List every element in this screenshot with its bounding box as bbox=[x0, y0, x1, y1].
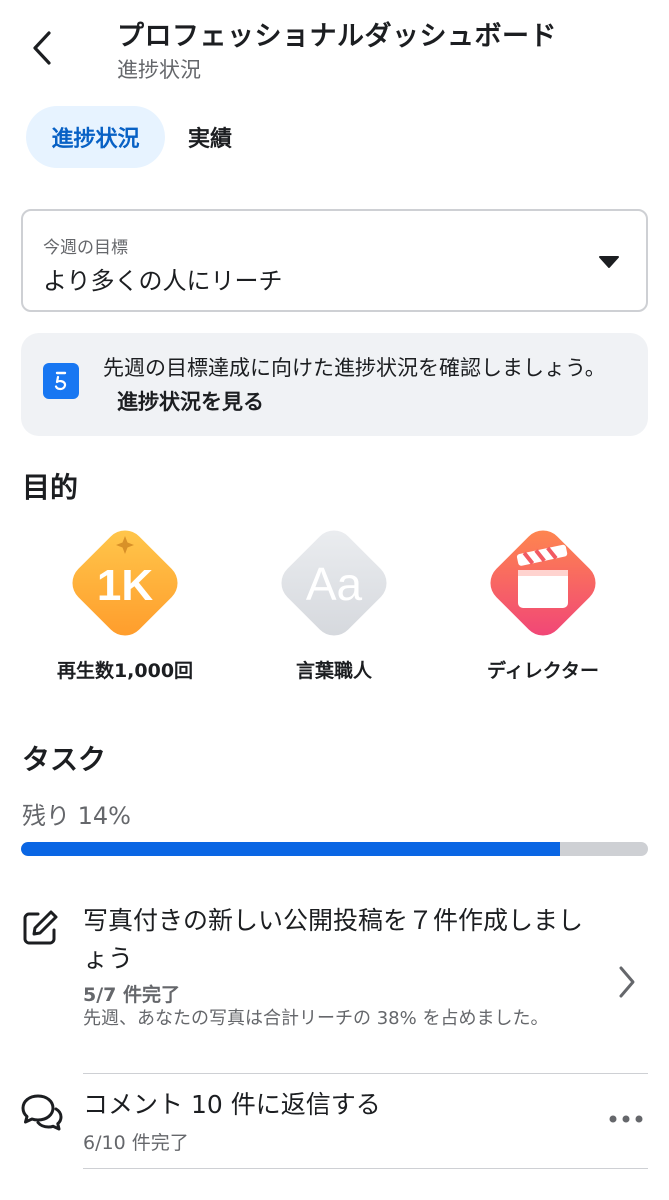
tab-achievements[interactable]: 実績 bbox=[172, 106, 248, 168]
task-item-photo-posts[interactable]: 写真付きの新しい公開投稿を７件作成しましょう 5/7 件完了 先週、あなたの写真… bbox=[0, 900, 669, 1070]
more-icon[interactable] bbox=[608, 1114, 644, 1124]
back-button[interactable] bbox=[22, 26, 62, 70]
badge-wordsmith[interactable]: Aa 言葉職人 bbox=[224, 518, 444, 688]
tasks-title: タスク bbox=[22, 743, 107, 776]
page-title: プロフェッショナルダッシュボード bbox=[117, 21, 557, 52]
info-text: 先週の目標達成に向けた進捗状況を確認しましょう。 bbox=[103, 356, 606, 380]
badge-1k-views[interactable]: 1K 再生数1,000回 bbox=[15, 518, 235, 688]
chevron-right-icon bbox=[619, 966, 635, 998]
view-progress-link[interactable]: 進捗状況を見る bbox=[117, 390, 264, 414]
badge-director[interactable]: ディレクター bbox=[433, 518, 653, 688]
badge-label: 再生数1,000回 bbox=[56, 660, 194, 682]
page-subtitle: 進捗状況 bbox=[117, 58, 201, 82]
task-divider bbox=[83, 1073, 648, 1074]
objectives-title: 目的 bbox=[22, 471, 79, 504]
clapperboard-badge-icon bbox=[478, 518, 608, 648]
calendar-icon bbox=[43, 363, 79, 399]
caret-down-icon bbox=[599, 256, 619, 268]
tasks-remaining: 残り 14% bbox=[22, 802, 131, 830]
badge-label: ディレクター bbox=[487, 660, 599, 682]
tasks-progress-fill bbox=[21, 842, 561, 856]
chevron-left-icon bbox=[33, 31, 51, 65]
task-description: 先週、あなたの写真は合計リーチの 38% を占めました。 bbox=[83, 1008, 549, 1029]
badge-label: 言葉職人 bbox=[295, 660, 372, 682]
goal-label: 今週の目標 bbox=[43, 238, 128, 258]
1k-badge-icon: 1K bbox=[60, 518, 190, 648]
comments-icon bbox=[21, 1094, 63, 1131]
header: プロフェッショナルダッシュボード 進捗状況 bbox=[0, 0, 669, 100]
task-title: コメント 10 件に返信する bbox=[83, 1090, 381, 1119]
badge-1k-text: 1K bbox=[97, 561, 153, 610]
goal-value: より多くの人にリーチ bbox=[43, 267, 283, 295]
info-text-block: 先週の目標達成に向けた進捗状況を確認しましょう。進捗状況を見る bbox=[103, 351, 623, 419]
task-item-reply-comments[interactable]: コメント 10 件に返信する 6/10 件完了 bbox=[0, 1086, 669, 1166]
task-progress: 5/7 件完了 bbox=[83, 984, 180, 1006]
weekly-goal-dropdown[interactable]: 今週の目標 より多くの人にリーチ bbox=[21, 209, 648, 312]
task-progress: 6/10 件完了 bbox=[83, 1132, 189, 1154]
badge-aa-text: Aa bbox=[306, 558, 363, 610]
tab-progress[interactable]: 進捗状況 bbox=[26, 106, 165, 168]
progress-info-card: 先週の目標達成に向けた進捗状況を確認しましょう。進捗状況を見る bbox=[21, 333, 648, 436]
task-divider bbox=[83, 1168, 648, 1169]
edit-icon bbox=[23, 910, 58, 945]
task-title: 写真付きの新しい公開投稿を７件作成しましょう bbox=[83, 906, 584, 973]
tasks-progress-bar bbox=[21, 842, 648, 856]
aa-badge-icon: Aa bbox=[269, 518, 399, 648]
